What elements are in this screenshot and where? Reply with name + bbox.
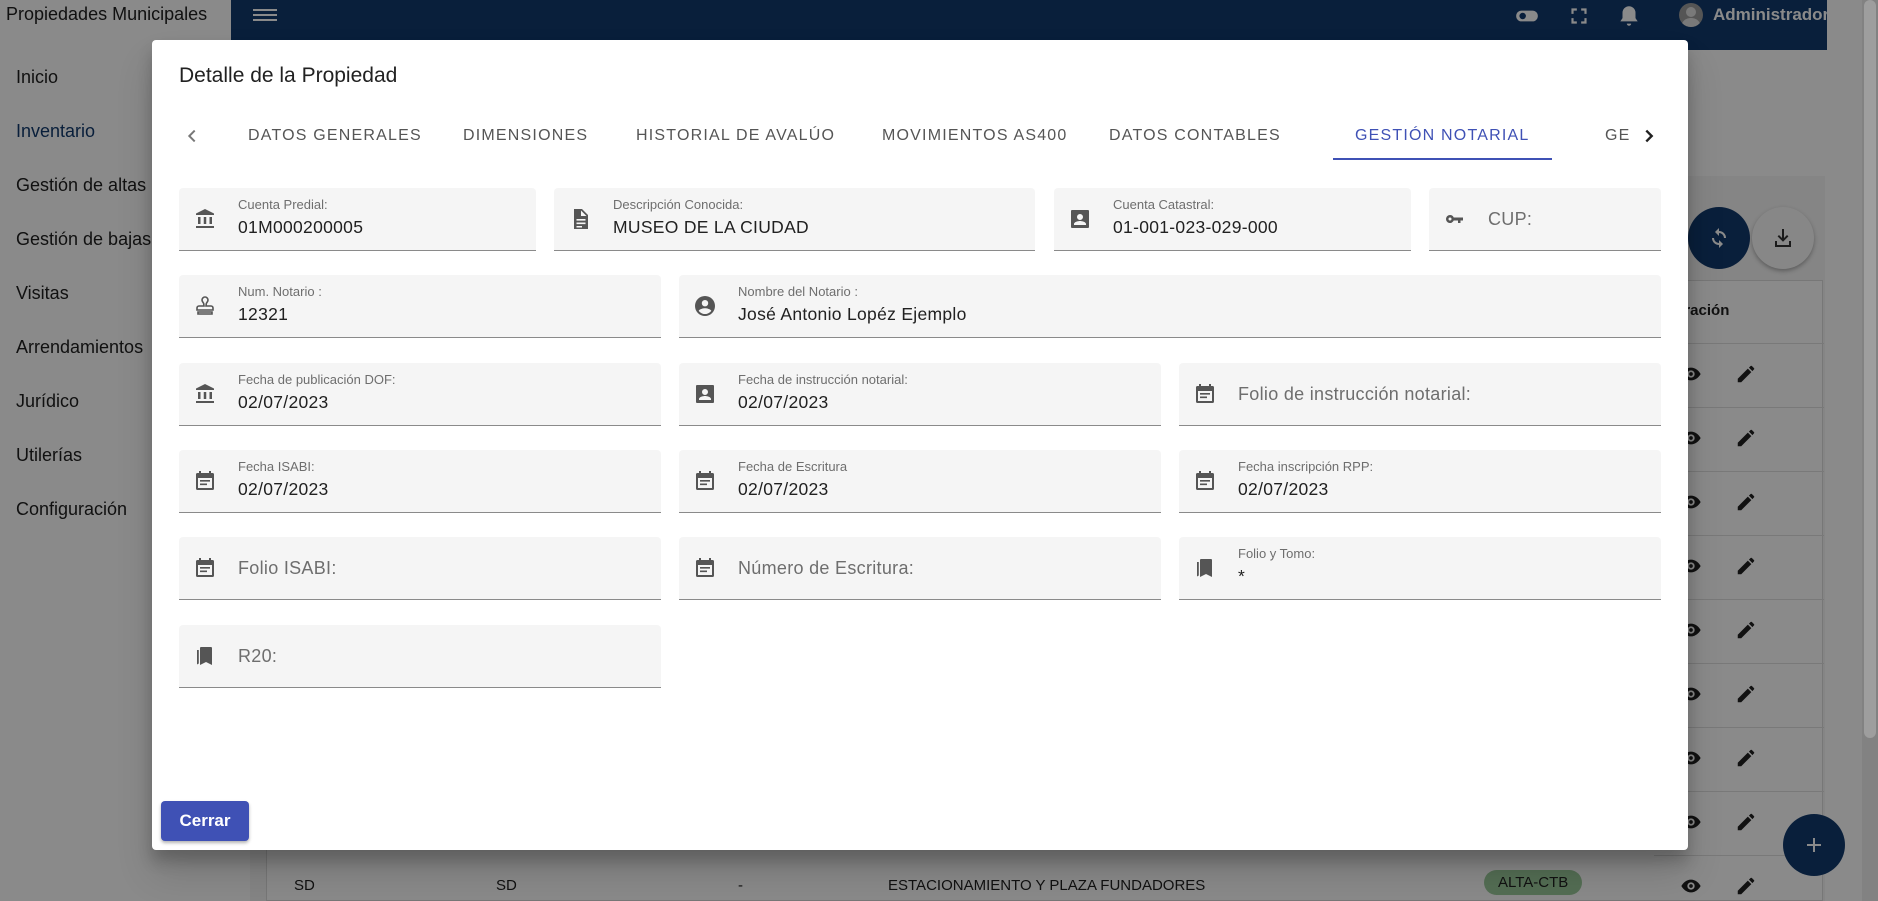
bookmarks-icon xyxy=(1197,559,1212,577)
active-tab-indicator xyxy=(1333,158,1552,160)
bookmarks-icon xyxy=(197,647,212,665)
num-notario-field[interactable]: Num. Notario : 12321 xyxy=(179,275,661,338)
contact-card-icon xyxy=(1071,210,1089,228)
field-label: Fecha ISABI: xyxy=(238,459,315,474)
close-button[interactable]: Cerrar xyxy=(161,801,249,841)
calendar-icon xyxy=(696,558,714,577)
field-label: Fecha de Escritura xyxy=(738,459,848,474)
field-placeholder: CUP: xyxy=(1488,209,1533,229)
bank-icon xyxy=(196,209,214,228)
tab-movimientos-as400[interactable]: MOVIMIENTOS AS400 xyxy=(882,127,1068,145)
stamp-icon xyxy=(196,296,214,315)
numero-escritura-field[interactable]: Número de Escritura: xyxy=(679,537,1161,600)
field-value: 01M000200005 xyxy=(238,217,364,237)
contact-card-icon xyxy=(696,385,714,403)
folio-tomo-field[interactable]: Folio y Tomo: * xyxy=(1179,537,1661,600)
r20-field[interactable]: R20: xyxy=(179,625,661,688)
fecha-dof-field[interactable]: Fecha de publicación DOF: 02/07/2023 xyxy=(179,363,661,426)
field-label: Fecha inscripción RPP: xyxy=(1238,459,1374,474)
dialog-title: Detalle de la Propiedad xyxy=(179,64,398,87)
field-value: 12321 xyxy=(238,304,289,324)
field-placeholder: Folio de instrucción notarial: xyxy=(1238,384,1472,404)
fecha-instruccion-field[interactable]: Fecha de instrucción notarial: 02/07/202… xyxy=(679,363,1161,426)
descripcion-conocida-field[interactable]: Descripción Conocida: MUSEO DE LA CIUDAD xyxy=(554,188,1035,251)
tab-geoloc[interactable]: GEOLOC xyxy=(1605,127,1629,145)
field-value: 02/07/2023 xyxy=(238,392,329,412)
calendar-icon xyxy=(1196,384,1214,403)
field-value: 02/07/2023 xyxy=(738,392,829,412)
field-value: 02/07/2023 xyxy=(1238,479,1329,499)
field-label: Fecha de publicación DOF: xyxy=(238,372,396,387)
cuenta-catastral-field[interactable]: Cuenta Catastral: 01-001-023-029-000 xyxy=(1054,188,1411,251)
field-value: 02/07/2023 xyxy=(738,479,829,499)
tab-scroller: DATOS GENERALES DIMENSIONES HISTORIAL DE… xyxy=(209,112,1629,160)
fecha-rpp-field[interactable]: Fecha inscripción RPP: 02/07/2023 xyxy=(1179,450,1661,513)
field-value: 02/07/2023 xyxy=(238,479,329,499)
key-icon xyxy=(1445,214,1463,223)
property-detail-dialog: Detalle de la Propiedad DATOS GENERALES … xyxy=(152,40,1688,850)
field-label: Nombre del Notario : xyxy=(738,284,858,299)
tab-dimensiones[interactable]: DIMENSIONES xyxy=(463,127,588,145)
field-value: * xyxy=(1238,566,1246,586)
field-placeholder: Folio ISABI: xyxy=(238,558,337,578)
folio-instruccion-field[interactable]: Folio de instrucción notarial: xyxy=(1179,363,1661,426)
tab-historial-avaluo[interactable]: HISTORIAL DE AVALÚO xyxy=(636,127,835,145)
account-circle-icon xyxy=(695,296,715,316)
tab-datos-generales[interactable]: DATOS GENERALES xyxy=(248,127,422,145)
field-placeholder: R20: xyxy=(238,646,278,666)
field-value: José Antonio Lopéz Ejemplo xyxy=(738,304,967,324)
calendar-icon xyxy=(696,471,714,490)
cuenta-predial-field[interactable]: Cuenta Predial: 01M000200005 xyxy=(179,188,536,251)
calendar-icon xyxy=(196,558,214,577)
cup-field[interactable]: CUP: xyxy=(1429,188,1661,251)
tab-bar: DATOS GENERALES DIMENSIONES HISTORIAL DE… xyxy=(179,112,1662,160)
bank-icon xyxy=(196,384,214,403)
calendar-icon xyxy=(196,471,214,490)
chevron-right-icon[interactable] xyxy=(1636,122,1662,150)
calendar-icon xyxy=(1196,471,1214,490)
page-scrollbar-thumb[interactable] xyxy=(1864,0,1876,738)
field-label: Cuenta Predial: xyxy=(238,197,328,212)
tab-datos-contables[interactable]: DATOS CONTABLES xyxy=(1109,127,1281,145)
field-placeholder: Número de Escritura: xyxy=(738,558,915,578)
nombre-notario-field[interactable]: Nombre del Notario : José Antonio Lopéz … xyxy=(679,275,1661,338)
field-label: Num. Notario : xyxy=(238,284,322,299)
fecha-isabi-field[interactable]: Fecha ISABI: 02/07/2023 xyxy=(179,450,661,513)
field-label: Descripción Conocida: xyxy=(613,197,744,212)
field-label: Fecha de instrucción notarial: xyxy=(738,372,908,387)
field-value: 01-001-023-029-000 xyxy=(1113,217,1278,237)
document-icon xyxy=(574,209,588,229)
tab-gestion-notarial[interactable]: GESTIÓN NOTARIAL xyxy=(1355,127,1529,145)
chevron-left-icon[interactable] xyxy=(179,122,205,150)
field-label: Cuenta Catastral: xyxy=(1113,197,1215,212)
field-value: MUSEO DE LA CIUDAD xyxy=(613,217,809,237)
folio-isabi-field[interactable]: Folio ISABI: xyxy=(179,537,661,600)
field-label: Folio y Tomo: xyxy=(1238,546,1316,561)
fecha-escritura-field[interactable]: Fecha de Escritura 02/07/2023 xyxy=(679,450,1161,513)
